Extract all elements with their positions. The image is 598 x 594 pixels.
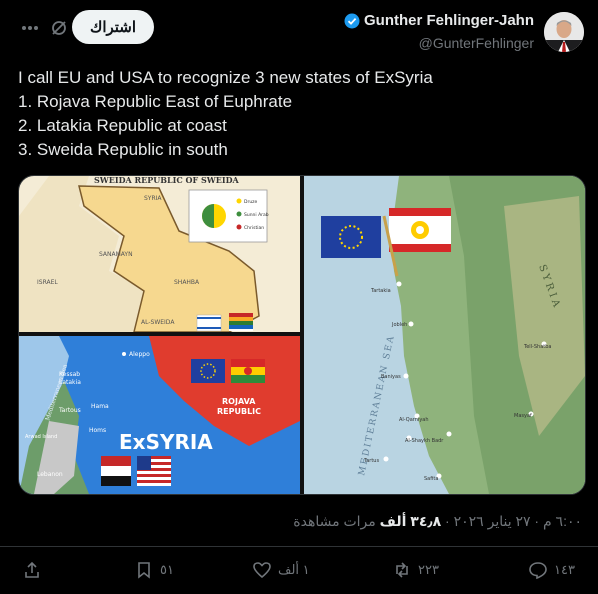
avatar-image (544, 12, 584, 52)
heart-icon (253, 562, 271, 579)
tweet-line: 3. Sweida Republic in south (18, 140, 228, 159)
tweet-line: I call EU and USA to recognize 3 new sta… (18, 68, 433, 87)
tweet-line: 2. Latakia Republic at coast (18, 116, 227, 135)
avatar[interactable] (544, 12, 584, 52)
coast-city-jobleh: Jobleh (391, 322, 407, 328)
exsyria-title: ExSYRIA (119, 430, 213, 454)
coast-city-safita: Safita (424, 476, 438, 482)
tweet-media[interactable]: SWEIDA REPUBLIC OF SWEIDA SYRIA ISRAEL S… (18, 175, 586, 495)
coast-city-masyaf: Masyaf (514, 413, 532, 419)
exsyria-city-hama: Hama (91, 403, 109, 410)
legend-druze: Druze (244, 199, 258, 205)
sweida-israel-label: ISRAEL (37, 279, 58, 286)
reply-button[interactable]: ١٤٣ (528, 560, 575, 580)
coast-city-tell-shatba: Tell-Shatba (523, 344, 551, 350)
tweet-meta: ٦:٠٠ م · ٢٧ يناير ٢٠٢٦ · ٣٤٫٨ ألف مرات م… (293, 513, 582, 530)
grok-icon (52, 21, 66, 35)
exsyria-city-tartous: Tartous (58, 407, 81, 414)
exsyria-city-lebanon: Lebanon (37, 471, 63, 478)
coast-city-shaykh-badr: Al-Shaykh Badr (405, 438, 444, 444)
tweet-actions: ٥١ ١ ألف ٢٢٣ ١٤٣ (0, 556, 598, 590)
divider (0, 546, 598, 547)
coast-map-panel[interactable]: MEDITERRANEAN SEA SYRIA Tartakia Jobleh … (304, 176, 585, 494)
legend-sunni: Sunni Arab (244, 212, 269, 218)
tweet-line: 1. Rojava Republic East of Euphrate (18, 92, 293, 111)
exsyria-city-homs: Homs (89, 427, 106, 434)
repost-icon (396, 562, 408, 578)
legend-christian: Christian (244, 225, 264, 231)
media-collage: SWEIDA REPUBLIC OF SWEIDA SYRIA ISRAEL S… (19, 176, 585, 494)
coast-city-qarniyah: Al-Qarniyah (399, 417, 429, 423)
coast-city-tartakia: Tartakia (370, 288, 391, 294)
coast-city-tartus: Tartus (363, 458, 379, 464)
exsyria-map-panel[interactable]: Aleppo Kessab Latakia Tartous Hama Homs … (19, 336, 300, 494)
sweida-map-panel[interactable]: SWEIDA REPUBLIC OF SWEIDA SYRIA ISRAEL S… (19, 176, 300, 333)
sweida-shahba-label: SHAHBA (174, 279, 200, 286)
exsyria-city-arwad: Arwad Island (25, 434, 57, 440)
verified-badge-icon (344, 13, 360, 28)
repost-button[interactable]: ٢٢٣ (392, 560, 439, 580)
exsyria-city-aleppo: Aleppo (129, 351, 150, 358)
sweida-city-label: AL-SWEIDA (141, 319, 175, 326)
bookmark-count: ٥١ (160, 562, 174, 577)
rojava-label-2: REPUBLIC (217, 407, 261, 416)
sweida-map-title: SWEIDA REPUBLIC OF SWEIDA (94, 176, 240, 185)
tweet-text: I call EU and USA to recognize 3 new sta… (18, 66, 578, 162)
like-count: ١ ألف (278, 562, 310, 577)
more-options-button[interactable] (12, 14, 48, 42)
share-button[interactable] (22, 560, 42, 580)
bookmark-button[interactable]: ٥١ (134, 560, 174, 580)
rojava-label-1: ROJAVA (222, 397, 256, 406)
reply-count: ١٤٣ (554, 562, 575, 577)
more-icon (22, 26, 38, 30)
sweida-sanamayn-label: SANAMAYN (99, 251, 133, 258)
like-button[interactable]: ١ ألف (252, 560, 310, 580)
display-name[interactable]: Gunther Fehlinger-Jahn (364, 12, 534, 29)
sweida-syria-label: SYRIA (144, 195, 162, 202)
coast-city-baniyas: Baniyas (381, 374, 401, 380)
reply-icon (529, 562, 547, 580)
grok-button[interactable] (50, 14, 68, 42)
share-icon (25, 561, 39, 578)
bookmark-icon (138, 562, 150, 579)
repost-count: ٢٢٣ (418, 562, 439, 577)
views-label: مرات مشاهدة (293, 513, 380, 529)
user-handle[interactable]: @GunterFehlinger (344, 35, 534, 51)
views-count: ٣٤٫٨ ألف (379, 513, 442, 529)
tweet-header: اشتراك Gunther Fehlinger-Jahn @GunterFeh… (0, 0, 598, 62)
subscribe-button[interactable]: اشتراك (72, 10, 154, 44)
user-info: Gunther Fehlinger-Jahn @GunterFehlinger (344, 12, 534, 51)
tweet-timestamp[interactable]: ٦:٠٠ م · ٢٧ يناير ٢٠٢٦ · (441, 513, 582, 529)
